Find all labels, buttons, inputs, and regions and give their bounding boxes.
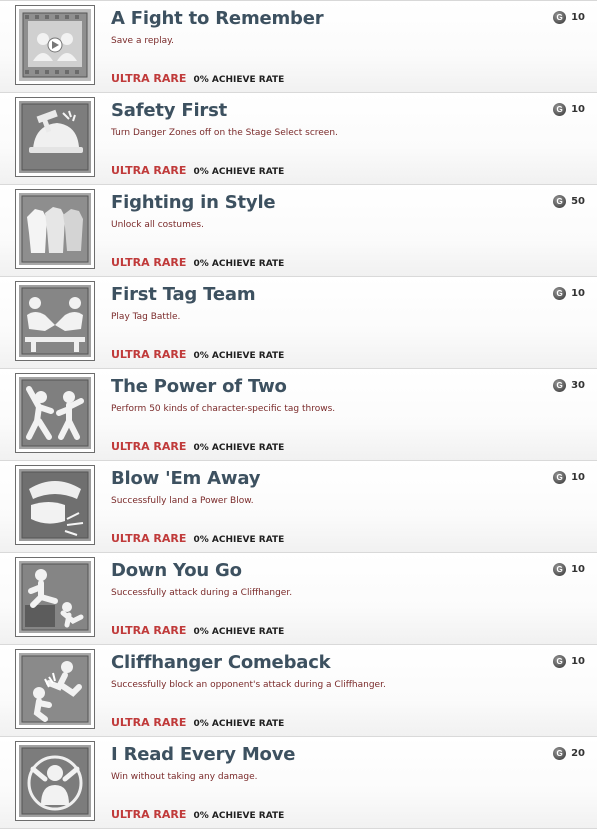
gamerscore-icon: G [553,379,567,392]
achievement-title: A Fight to Remember [111,8,324,29]
gamerscore: G 10 [553,287,585,300]
achievement-row[interactable]: Cliffhanger Comeback Successfully block … [0,645,597,737]
gamerscore: G 10 [553,563,585,576]
gamerscore-value: 10 [571,104,585,115]
achieve-rate: 0% ACHIEVE RATE [193,443,285,453]
no-damage-icon [15,741,95,821]
gamerscore-icon: G [553,471,567,484]
hard-hat-icon [15,97,95,177]
gamerscore-value: 20 [571,748,585,759]
rarity-line: ULTRA RARE 0% ACHIEVE RATE [111,527,284,546]
replay-film-icon [15,5,95,85]
achievement-row[interactable]: I Read Every Move Win without taking any… [0,737,597,829]
achieve-rate: 0% ACHIEVE RATE [193,535,285,545]
achievement-description: Successfully attack during a Cliffhanger… [111,588,293,598]
achievement-title: Safety First [111,100,228,121]
gamerscore: G 10 [553,471,585,484]
gamerscore-icon: G [553,195,567,208]
achievement-row[interactable]: First Tag Team Play Tag Battle. ULTRA RA… [0,277,597,369]
rarity-label: ULTRA RARE [111,532,187,545]
rarity-line: ULTRA RARE 0% ACHIEVE RATE [111,343,284,362]
achievement-description: Successfully block an opponent's attack … [111,680,386,690]
achieve-rate: 0% ACHIEVE RATE [193,167,285,177]
gamerscore-value: 50 [571,196,585,207]
gamerscore-value: 10 [571,472,585,483]
achievement-row[interactable]: The Power of Two Perform 50 kinds of cha… [0,369,597,461]
gamerscore-value: 10 [571,564,585,575]
achieve-rate: 0% ACHIEVE RATE [193,811,285,821]
achievement-description: Play Tag Battle. [111,312,181,322]
achievement-title: First Tag Team [111,284,256,305]
rarity-label: ULTRA RARE [111,440,187,453]
gamerscore: G 20 [553,747,585,760]
gamerscore-value: 10 [571,288,585,299]
costumes-icon [15,189,95,269]
achievement-description: Successfully land a Power Blow. [111,496,254,506]
achievement-row[interactable]: Blow 'Em Away Successfully land a Power … [0,461,597,553]
gamerscore-value: 30 [571,380,585,391]
gamerscore: G 10 [553,103,585,116]
power-blow-icon [15,465,95,545]
cliff-kick-icon [15,557,95,637]
gamerscore-value: 10 [571,656,585,667]
rarity-label: ULTRA RARE [111,72,187,85]
achievement-row[interactable]: Down You Go Successfully attack during a… [0,553,597,645]
gamerscore: G 10 [553,11,585,24]
rarity-line: ULTRA RARE 0% ACHIEVE RATE [111,159,284,178]
gamerscore-icon: G [553,563,567,576]
gamerscore-value: 10 [571,12,585,23]
arm-wrestle-icon [15,281,95,361]
gamerscore-icon: G [553,103,567,116]
gamerscore: G 50 [553,195,585,208]
achievement-title: Down You Go [111,560,242,581]
gamerscore: G 30 [553,379,585,392]
rarity-line: ULTRA RARE 0% ACHIEVE RATE [111,619,284,638]
achievement-title: Blow 'Em Away [111,468,261,489]
achieve-rate: 0% ACHIEVE RATE [193,259,285,269]
rarity-label: ULTRA RARE [111,716,187,729]
rarity-line: ULTRA RARE 0% ACHIEVE RATE [111,251,284,270]
tag-throw-icon [15,373,95,453]
gamerscore: G 10 [553,655,585,668]
achieve-rate: 0% ACHIEVE RATE [193,627,285,637]
rarity-label: ULTRA RARE [111,164,187,177]
achievement-row[interactable]: A Fight to Remember Save a replay. ULTRA… [0,1,597,93]
achievement-description: Perform 50 kinds of character-specific t… [111,404,336,414]
rarity-label: ULTRA RARE [111,624,187,637]
achieve-rate: 0% ACHIEVE RATE [193,75,285,85]
rarity-label: ULTRA RARE [111,808,187,821]
achievement-description: Win without taking any damage. [111,772,258,782]
rarity-line: ULTRA RARE 0% ACHIEVE RATE [111,435,284,454]
gamerscore-icon: G [553,11,567,24]
achievement-title: Cliffhanger Comeback [111,652,331,673]
gamerscore-icon: G [553,747,567,760]
achievement-title: I Read Every Move [111,744,296,765]
achievement-row[interactable]: Fighting in Style Unlock all costumes. U… [0,185,597,277]
achievement-description: Turn Danger Zones off on the Stage Selec… [111,128,338,138]
achieve-rate: 0% ACHIEVE RATE [193,719,285,729]
gamerscore-icon: G [553,287,567,300]
achievement-title: The Power of Two [111,376,287,397]
rarity-label: ULTRA RARE [111,256,187,269]
achieve-rate: 0% ACHIEVE RATE [193,351,285,361]
achievement-row[interactable]: Safety First Turn Danger Zones off on th… [0,93,597,185]
rarity-label: ULTRA RARE [111,348,187,361]
gamerscore-icon: G [553,655,567,668]
achievement-title: Fighting in Style [111,192,276,213]
rarity-line: ULTRA RARE 0% ACHIEVE RATE [111,803,284,822]
achievement-description: Unlock all costumes. [111,220,204,230]
rarity-line: ULTRA RARE 0% ACHIEVE RATE [111,67,284,86]
cliff-block-icon [15,649,95,729]
rarity-line: ULTRA RARE 0% ACHIEVE RATE [111,711,284,730]
achievement-list: A Fight to Remember Save a replay. ULTRA… [0,0,597,829]
achievement-description: Save a replay. [111,36,174,46]
